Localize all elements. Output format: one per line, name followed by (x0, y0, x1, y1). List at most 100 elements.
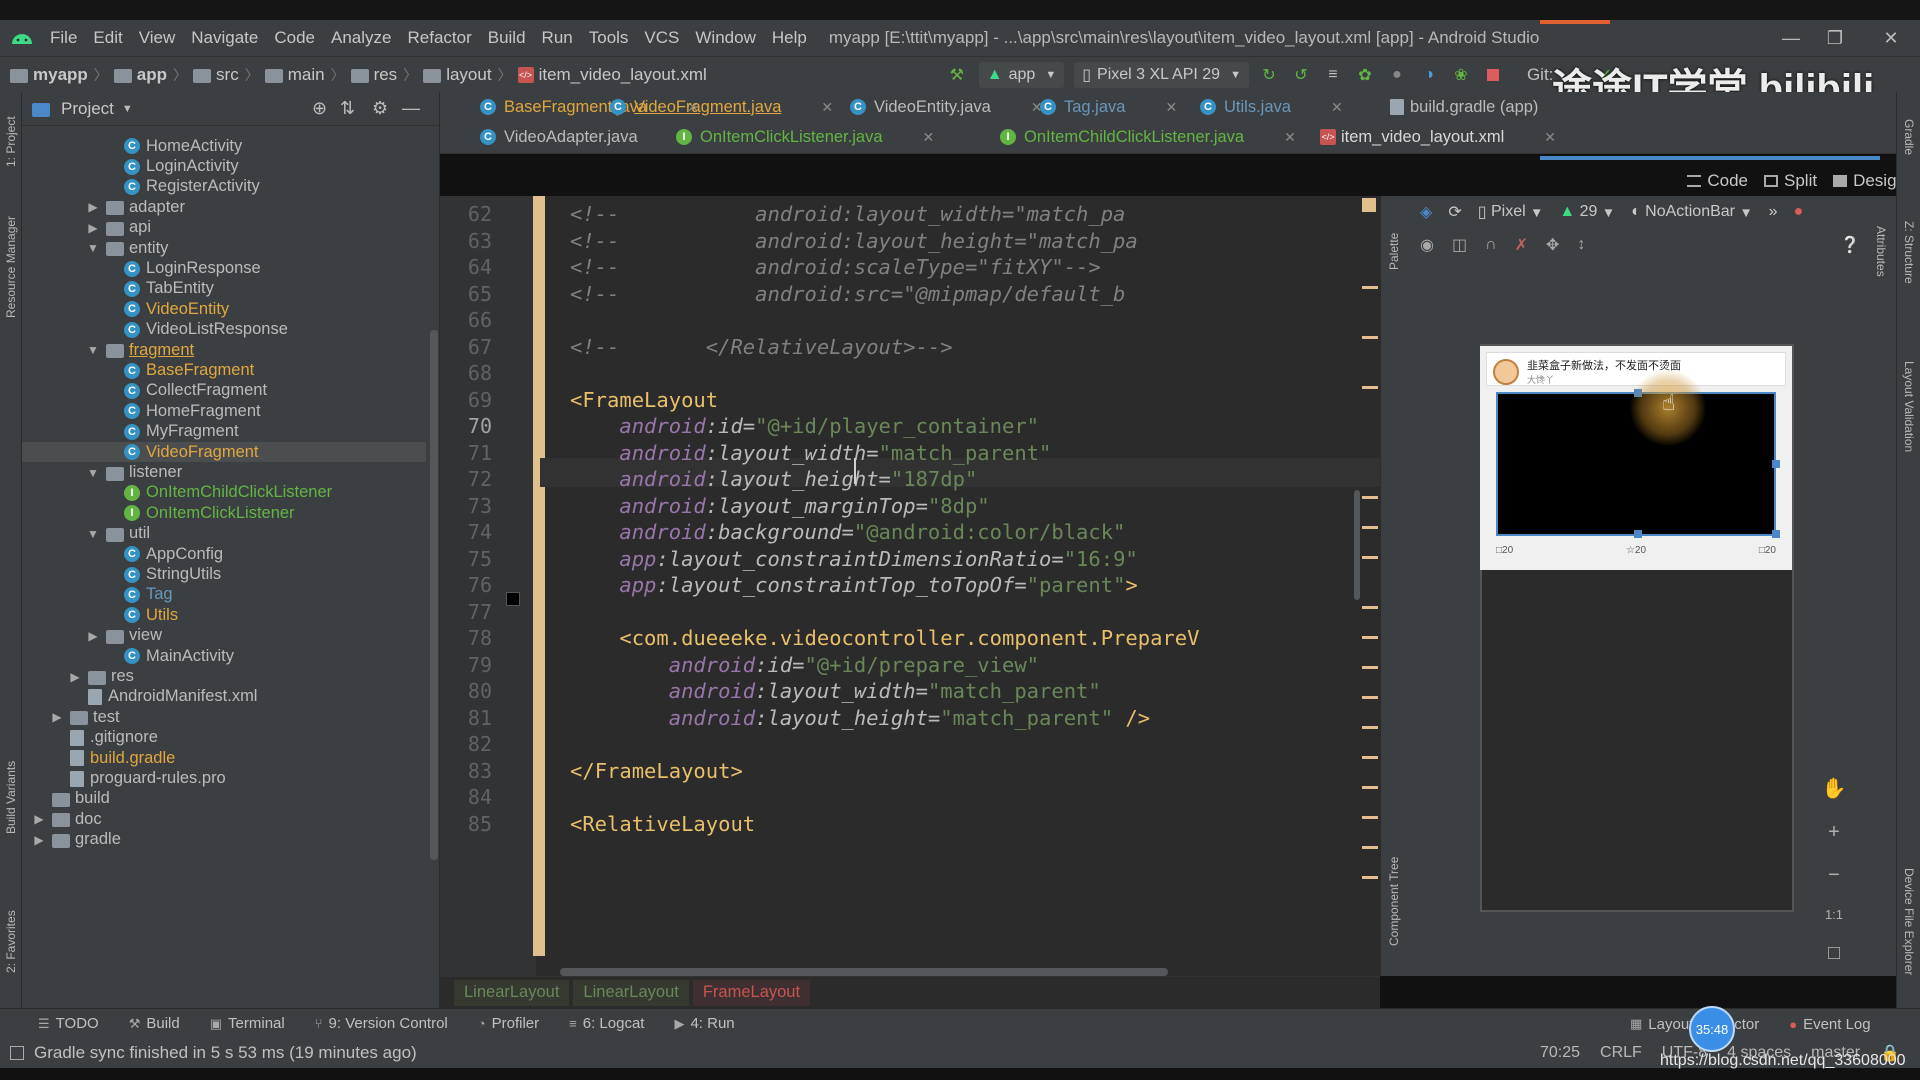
stripe-tab-resource-manager[interactable]: Resource Manager (0, 202, 22, 332)
magnet-icon[interactable]: ∩ (1485, 236, 1497, 254)
mode-code-button[interactable]: Code (1687, 171, 1748, 191)
expand-arrow-icon[interactable]: ▼ (86, 527, 100, 541)
tree-item-entity[interactable]: ▼ entity (22, 238, 426, 258)
hammer-build-icon[interactable]: ⚒ (945, 63, 969, 87)
stripe-tab-structure[interactable]: Z: Structure (1898, 192, 1920, 312)
debug-icon[interactable]: ✿ (1353, 63, 1377, 87)
expand-arrow-icon[interactable]: ▼ (86, 466, 100, 480)
status-toggle-icon[interactable] (10, 1046, 24, 1060)
expand-arrow-icon[interactable]: ▼ (86, 343, 100, 357)
tree-item-androidmanifest-xml[interactable]: AndroidManifest.xml (22, 687, 426, 707)
apply-changes-icon[interactable]: ↻ (1257, 63, 1281, 87)
orientation-icon[interactable]: ⟳ (1448, 202, 1461, 222)
xml-crumb-linearlayout-2[interactable]: LinearLayout (573, 979, 689, 1006)
layers-icon[interactable]: ◈ (1420, 202, 1432, 222)
stripe-tab-project[interactable]: 1: Project (0, 102, 22, 182)
breadcrumb-item[interactable]: main 〉 (264, 65, 351, 85)
project-view-select[interactable]: Project (61, 99, 114, 119)
tree-item-build[interactable]: build (22, 789, 426, 809)
expand-arrow-icon[interactable]: ▼ (86, 241, 100, 255)
stripe-tab-favorites[interactable]: 2: Favorites (0, 892, 22, 992)
hide-panel-icon[interactable]: — (402, 98, 420, 119)
tool-profiler[interactable]: ◔ Profiler (478, 1015, 539, 1032)
xml-crumb-linearlayout-1[interactable]: LinearLayout (454, 979, 570, 1006)
change-marker[interactable] (1362, 496, 1378, 499)
tree-item-res[interactable]: ▶ res (22, 666, 426, 686)
clear-constraints-icon[interactable]: ✗ (1515, 235, 1528, 255)
close-tab-icon[interactable]: ✕ (821, 99, 833, 116)
tree-item-collectfragment[interactable]: C CollectFragment (22, 381, 426, 401)
tree-item-build-gradle[interactable]: build.gradle (22, 748, 426, 768)
tab-onitemchildclicklistener-java[interactable]: I OnItemChildClickListener.java ✕ (1000, 122, 1296, 152)
status-message[interactable]: Gradle sync finished in 5 s 53 ms (19 mi… (34, 1043, 417, 1063)
project-scrollbar[interactable] (430, 330, 438, 860)
more-icon[interactable]: » (1769, 203, 1778, 221)
change-marker[interactable] (1362, 666, 1378, 669)
collapse-arrow-icon[interactable]: ▶ (50, 710, 64, 724)
tree-item-proguard-rules-pro[interactable]: proguard-rules.pro (22, 768, 426, 788)
device-select-design[interactable]: ▯ Pixel ▼ (1478, 202, 1544, 222)
change-marker[interactable] (1362, 696, 1378, 699)
component-tree-tab[interactable]: Component Tree (1383, 836, 1405, 966)
run-config-select[interactable]: ▲ app ▼ (978, 61, 1065, 88)
collapse-arrow-icon[interactable]: ▶ (32, 833, 46, 847)
change-marker[interactable] (1362, 336, 1378, 339)
gear-icon[interactable]: ⚙ (372, 98, 388, 119)
warning-icon[interactable] (1362, 198, 1376, 212)
error-icon[interactable]: ● (1794, 203, 1804, 221)
tab-utils-java[interactable]: C Utils.java ✕ (1200, 92, 1343, 122)
tree-item-videolistresponse[interactable]: C VideoListResponse (22, 320, 426, 340)
resize-handle-bottom[interactable] (1634, 530, 1642, 538)
tree-item-registeractivity[interactable]: C RegisterActivity (22, 177, 426, 197)
breadcrumb-item[interactable]: layout 〉 (423, 65, 517, 85)
apply-code-changes-icon[interactable]: ↺ (1289, 63, 1313, 87)
collapse-arrow-icon[interactable]: ▶ (86, 221, 100, 235)
tree-item-loginresponse[interactable]: C LoginResponse (22, 258, 426, 278)
event-log-button[interactable]: ● Event Log (1789, 1016, 1870, 1033)
tree-item-fragment[interactable]: ▼ fragment (22, 340, 426, 360)
menu-run[interactable]: Run (534, 28, 581, 48)
tree-item-videoentity[interactable]: C VideoEntity (22, 299, 426, 319)
editor-scrollbar[interactable] (1354, 490, 1360, 600)
pan-hand-icon[interactable]: ✋ (1822, 776, 1847, 801)
change-marker[interactable] (1362, 636, 1378, 639)
close-tab-icon[interactable]: ✕ (1165, 99, 1177, 116)
tab-onitemclicklistener-java[interactable]: I OnItemClickListener.java ✕ (676, 122, 934, 152)
tree-item-tabentity[interactable]: C TabEntity (22, 279, 426, 299)
tab-tag-java[interactable]: C Tag.java ✕ (1040, 92, 1177, 122)
palette-tab[interactable]: Palette (1383, 216, 1405, 286)
tree-item-view[interactable]: ▶ view (22, 626, 426, 646)
theme-select[interactable]: ◐ NoActionBar ▼ (1631, 203, 1753, 221)
breadcrumb-item[interactable]: src 〉 (193, 65, 265, 85)
api-level-select[interactable]: ▲ 29 ▼ (1559, 203, 1615, 221)
breadcrumb-item[interactable]: </> item_video_layout.xml (517, 65, 707, 85)
tree-item-onitemchildclicklistener[interactable]: I OnItemChildClickListener (22, 483, 426, 503)
zoom-in-icon[interactable]: + (1828, 821, 1840, 844)
change-marker[interactable] (1362, 286, 1378, 289)
xml-crumb-framelayout[interactable]: FrameLayout (692, 979, 811, 1006)
tab-videoentity-java[interactable]: C VideoEntity.java ✕ (850, 92, 1043, 122)
resize-handle-right[interactable] (1772, 460, 1780, 468)
attributes-tab[interactable]: Attributes (1870, 206, 1892, 296)
close-tab-icon[interactable]: ✕ (1284, 129, 1296, 146)
infer-constraints-icon[interactable]: ✥ (1546, 235, 1559, 255)
tab-videofragment-java[interactable]: C VideoFragment.java ✕ (610, 92, 833, 122)
tool-6-logcat[interactable]: ≡ 6: Logcat (569, 1015, 644, 1032)
stripe-tab-device-file-explorer[interactable]: Device File Explorer (1898, 842, 1920, 1002)
profile-icon[interactable]: ◑ (1417, 63, 1441, 87)
stripe-tab-gradle[interactable]: Gradle (1898, 102, 1920, 172)
attach-debugger-icon[interactable]: ❀ (1449, 63, 1473, 87)
breadcrumb-item[interactable]: app 〉 (113, 65, 193, 85)
tool-terminal[interactable]: ▣ Terminal (210, 1015, 285, 1032)
tab-item-video-layout-xml[interactable]: </> item_video_layout.xml ✕ (1320, 122, 1556, 152)
change-marker[interactable] (1362, 726, 1378, 729)
run-list-icon[interactable]: ≡ (1321, 63, 1345, 87)
tab-videoadapter-java[interactable]: CVideoAdapter.java✕ (480, 122, 689, 152)
help-icon[interactable]: ❔ (1840, 235, 1860, 255)
tree-item-myfragment[interactable]: C MyFragment (22, 422, 426, 442)
menu-analyze[interactable]: Analyze (323, 28, 399, 48)
blueprint-icon[interactable]: ◫ (1452, 235, 1467, 255)
tree-item-loginactivity[interactable]: C LoginActivity (22, 156, 426, 176)
line-separator[interactable]: CRLF (1600, 1044, 1642, 1062)
tree-item-adapter[interactable]: ▶ adapter (22, 197, 426, 217)
